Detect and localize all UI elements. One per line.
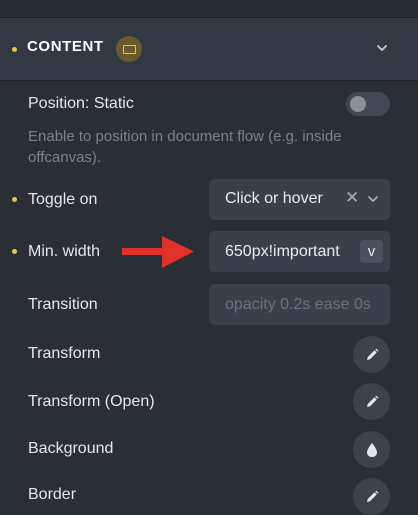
- droplet-icon: [366, 442, 377, 457]
- position-toggle[interactable]: [346, 92, 390, 116]
- top-strip: [0, 0, 418, 18]
- background-label: Background: [28, 440, 114, 457]
- pencil-icon: [366, 395, 378, 407]
- border-edit-button[interactable]: [353, 478, 390, 515]
- toggle-on-label: Toggle on: [28, 191, 98, 208]
- section-header-content[interactable]: CONTENT: [0, 18, 418, 81]
- min-width-field[interactable]: v: [209, 231, 390, 272]
- min-width-input[interactable]: [209, 231, 359, 272]
- transform-open-edit-button[interactable]: [353, 383, 390, 420]
- changed-indicator-dot: [12, 197, 17, 202]
- changed-indicator-dot: [12, 249, 17, 254]
- position-description: Enable to position in document flow (e.g…: [28, 128, 342, 166]
- changed-indicator-dot: [12, 47, 17, 52]
- chevron-down-icon[interactable]: [375, 41, 389, 55]
- toggle-on-value: Click or hover: [225, 190, 323, 207]
- transform-edit-button[interactable]: [353, 336, 390, 373]
- background-edit-button[interactable]: [353, 431, 390, 468]
- transition-label: Transition: [28, 296, 98, 313]
- transform-open-label: Transform (Open): [28, 393, 155, 410]
- position-label: Position: Static: [28, 95, 134, 112]
- border-label: Border: [28, 486, 77, 503]
- pencil-icon: [366, 490, 378, 502]
- transition-field[interactable]: [209, 284, 390, 325]
- pencil-icon: [366, 348, 378, 360]
- red-arrow-icon: [122, 236, 194, 268]
- transform-label: Transform: [28, 345, 101, 362]
- chevron-down-icon[interactable]: [367, 193, 379, 205]
- unit-selector-button[interactable]: v: [360, 240, 383, 263]
- transition-input[interactable]: [209, 284, 390, 325]
- min-width-label: Min. width: [28, 243, 101, 260]
- close-icon[interactable]: ✕: [345, 188, 359, 208]
- toggle-on-select[interactable]: Click or hover ✕: [209, 179, 390, 220]
- section-title: CONTENT: [27, 38, 104, 55]
- toggle-knob: [350, 96, 366, 112]
- monitor-icon: [116, 36, 142, 62]
